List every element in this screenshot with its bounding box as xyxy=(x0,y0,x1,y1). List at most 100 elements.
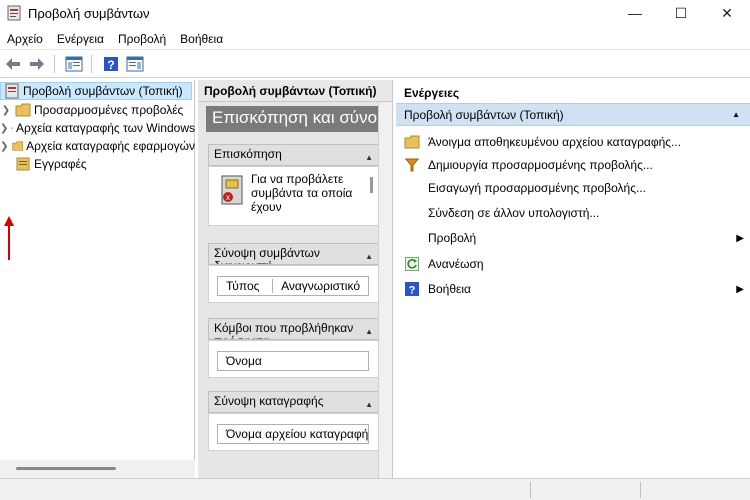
section-recent-nodes-header[interactable]: Κόμβοι που προβλήθηκαν πρόσφατα ▲ xyxy=(208,318,380,340)
action-refresh[interactable]: Ανανέωση xyxy=(396,253,750,275)
event-viewer-icon xyxy=(5,83,19,99)
action-open-saved-log[interactable]: Άνοιγμα αποθηκευμένου αρχείου καταγραφής… xyxy=(396,131,750,153)
overview-pane-header: Προβολή συμβάντων (Τοπική) xyxy=(198,80,392,102)
action-label: Δημιουργία προσαρμοσμένης προβολής... xyxy=(428,158,653,172)
recent-nodes-table-header: Όνομα xyxy=(217,351,369,371)
tree-item-label: Αρχεία καταγραφής των Windows xyxy=(15,121,195,135)
section-title: Σύνοψη καταγραφής xyxy=(214,394,324,408)
column-log-name[interactable]: Όνομα αρχείου καταγραφής xyxy=(218,427,368,441)
menu-view[interactable]: Προβολή xyxy=(111,32,173,46)
actions-header: Ενέργειες xyxy=(396,80,750,104)
refresh-icon xyxy=(404,256,420,272)
window-title: Προβολή συμβάντων xyxy=(28,5,150,21)
forward-button[interactable] xyxy=(26,54,48,74)
tree-item-label: Προσαρμοσμένες προβολές xyxy=(34,103,184,117)
toolbar-separator xyxy=(91,54,92,73)
actions-pane: Ενέργειες Προβολή συμβάντων (Τοπική) ▲ Ά… xyxy=(396,80,750,478)
windows-logs-folder-icon xyxy=(11,127,13,129)
expand-chevron-icon[interactable]: ❯ xyxy=(0,141,9,152)
column-id[interactable]: Αναγνωριστικό xyxy=(273,279,368,293)
status-divider xyxy=(640,482,641,498)
menu-file[interactable]: Αρχείο xyxy=(0,32,50,46)
back-arrow-icon xyxy=(6,57,20,70)
minimize-button[interactable]: — xyxy=(612,0,658,26)
show-hide-action-pane-button[interactable] xyxy=(124,54,146,74)
console-tree-pane: Προβολή συμβάντων (Τοπική) ❯ Προσαρμοσμέ… xyxy=(0,80,195,478)
event-log-icon: x xyxy=(221,175,243,205)
action-pane-icon xyxy=(126,56,144,71)
svg-text:?: ? xyxy=(409,285,416,297)
log-summary-table-header: Όνομα αρχείου καταγραφής xyxy=(217,424,369,444)
column-name[interactable]: Όνομα xyxy=(218,354,270,368)
section-log-summary-body: Όνομα αρχείου καταγραφής xyxy=(208,413,380,451)
event-viewer-app-icon xyxy=(7,5,21,21)
tree-item-custom-views[interactable]: ❯ Προσαρμοσμένες προβολές xyxy=(0,101,195,119)
action-help[interactable]: ? Βοήθεια ▶ xyxy=(396,278,750,300)
action-label: Σύνδεση σε άλλον υπολογιστή... xyxy=(428,206,600,220)
horizontal-scrollbar[interactable] xyxy=(0,460,195,478)
action-label: Ανανέωση xyxy=(428,257,484,271)
maximize-button[interactable]: ☐ xyxy=(658,0,704,26)
section-title: Επισκόπηση xyxy=(214,147,282,161)
submenu-arrow-icon: ▶ xyxy=(736,283,744,295)
folder-icon xyxy=(11,141,23,151)
expand-chevron-icon[interactable]: ❯ xyxy=(0,123,8,134)
tree-item-root[interactable]: Προβολή συμβάντων (Τοπική) xyxy=(0,82,192,100)
collapse-triangle-icon[interactable]: ▲ xyxy=(365,325,373,338)
admin-summary-table-header: Τύπος Αναγνωριστικό xyxy=(217,276,369,296)
red-annotation-arrow-icon xyxy=(4,216,14,260)
expand-chevron-icon[interactable]: ❯ xyxy=(0,105,12,116)
overview-text: Για να προβάλετε συμβάντα τα οποία έχουν xyxy=(251,172,353,214)
collapse-triangle-icon[interactable]: ▲ xyxy=(732,110,740,119)
action-connect-computer[interactable]: Σύνδεση σε άλλον υπολογιστή... xyxy=(396,202,750,224)
back-button[interactable] xyxy=(2,54,24,74)
action-label: Βοήθεια xyxy=(428,282,471,296)
overview-scroll-thumb[interactable] xyxy=(370,177,373,193)
action-import-custom-view[interactable]: Εισαγωγή προσαρμοσμένης προβολής... xyxy=(396,177,750,199)
svg-text:x: x xyxy=(226,193,230,202)
help-icon: ? xyxy=(104,56,118,72)
toolbar-separator xyxy=(54,54,55,73)
tree-item-label: Προβολή συμβάντων (Τοπική) xyxy=(23,84,183,98)
forward-arrow-icon xyxy=(30,57,44,70)
menu-action[interactable]: Ενέργεια xyxy=(50,32,111,46)
vertical-scrollbar[interactable] xyxy=(378,102,392,478)
collapse-triangle-icon[interactable]: ▲ xyxy=(365,398,373,411)
column-type[interactable]: Τύπος xyxy=(218,279,274,293)
menu-help[interactable]: Βοήθεια xyxy=(173,32,230,46)
section-recent-nodes-body: Όνομα xyxy=(208,340,380,378)
action-create-custom-view[interactable]: Δημιουργία προσαρμοσμένης προβολής... xyxy=(396,154,750,176)
section-admin-summary-header[interactable]: Σύνοψη συμβάντων διαχειριστή ▲ xyxy=(208,243,380,265)
section-overview-body: x Για να προβάλετε συμβάντα τα οποία έχο… xyxy=(208,166,380,226)
collapse-triangle-icon[interactable]: ▲ xyxy=(365,250,373,263)
help-toolbar-button[interactable]: ? xyxy=(100,54,122,74)
submenu-arrow-icon: ▶ xyxy=(736,232,744,244)
action-label: Εισαγωγή προσαρμοσμένης προβολής... xyxy=(428,181,646,195)
collapse-triangle-icon[interactable]: ▲ xyxy=(365,151,373,164)
close-button[interactable]: ✕ xyxy=(704,0,750,26)
overview-pane: Προβολή συμβάντων (Τοπική) Επισκόπηση κα… xyxy=(198,80,393,478)
action-label: Προβολή xyxy=(428,231,477,245)
actions-group-header[interactable]: Προβολή συμβάντων (Τοπική) ▲ xyxy=(396,104,750,126)
section-title: Σύνοψη συμβάντων διαχειριστή xyxy=(214,246,320,265)
actions-group-title: Προβολή συμβάντων (Τοπική) xyxy=(404,107,564,122)
action-view[interactable]: Προβολή ▶ xyxy=(396,227,750,249)
tree-item-windows-logs[interactable]: ❯ Αρχεία καταγραφής των Windows xyxy=(0,119,195,137)
menu-bar: Αρχείο Ενέργεια Προβολή Βοήθεια xyxy=(0,28,750,50)
tree-item-label: Εγγραφές xyxy=(34,157,87,171)
status-bar xyxy=(0,478,750,500)
scrollbar-thumb[interactable] xyxy=(16,467,116,470)
title-bar: Προβολή συμβάντων — ☐ ✕ xyxy=(0,0,750,26)
svg-text:?: ? xyxy=(107,58,114,72)
folder-icon xyxy=(15,103,31,117)
tree-item-application-logs[interactable]: ❯ Αρχεία καταγραφής εφαρμογών xyxy=(0,137,195,155)
section-overview-header[interactable]: Επισκόπηση ▲ xyxy=(208,144,380,166)
show-hide-console-tree-button[interactable] xyxy=(63,54,85,74)
help-icon: ? xyxy=(404,281,420,297)
toolbar: ? xyxy=(0,50,750,78)
console-tree-icon xyxy=(65,56,83,71)
subscriptions-icon xyxy=(16,157,30,171)
action-label: Άνοιγμα αποθηκευμένου αρχείου καταγραφής… xyxy=(428,135,682,149)
section-log-summary-header[interactable]: Σύνοψη καταγραφής ▲ xyxy=(208,391,380,413)
tree-item-subscriptions[interactable]: Εγγραφές xyxy=(0,155,195,173)
